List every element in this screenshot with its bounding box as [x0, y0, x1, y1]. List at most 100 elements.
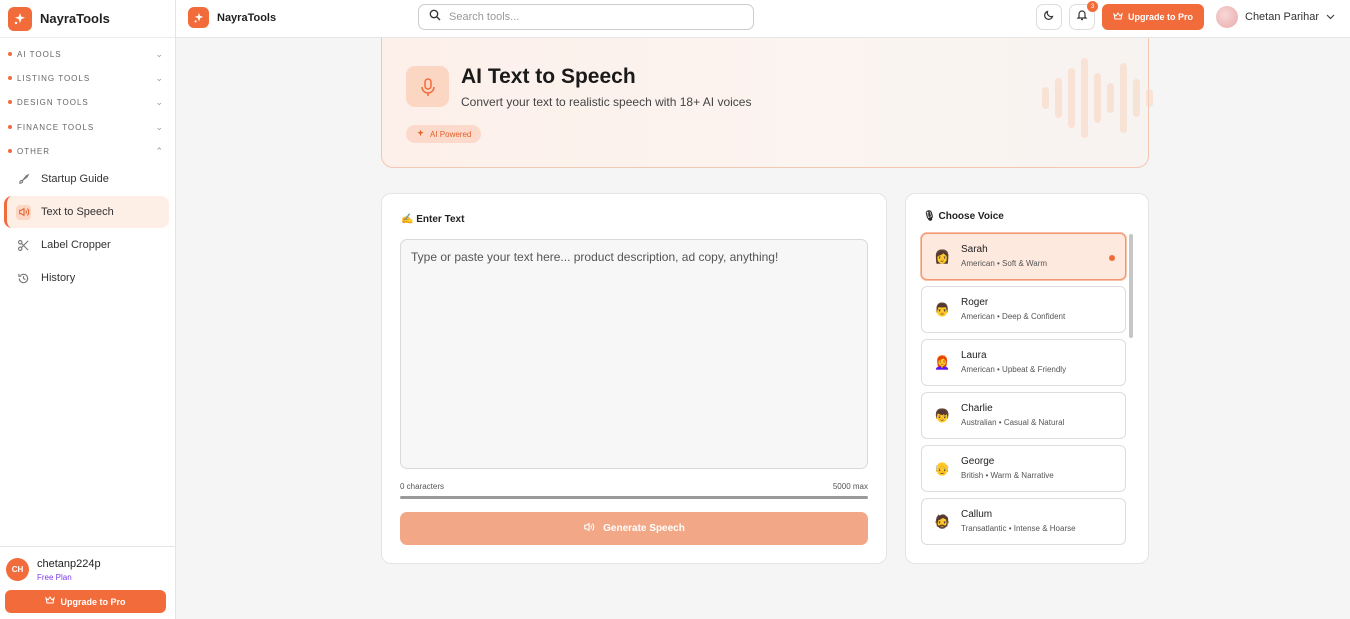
voice-name: Charlie [961, 403, 993, 414]
sidebar-item-label: Text to Speech [41, 206, 114, 218]
section-label: FINANCE TOOLS [17, 122, 95, 132]
chevron-down-icon: ⌄ [155, 96, 163, 107]
app-name: NayraTools [40, 11, 110, 26]
section-label: LISTING TOOLS [17, 73, 91, 83]
section-label: OTHER [17, 146, 50, 156]
chevron-down-icon [1326, 11, 1335, 23]
page-subtitle: Convert your text to realistic speech wi… [461, 95, 752, 109]
chevron-down-icon: ⌄ [155, 121, 163, 132]
chevron-up-icon: ⌃ [155, 145, 163, 156]
section-ai-tools[interactable]: AI TOOLS ⌄ [0, 42, 175, 66]
section-other[interactable]: OTHER ⌃ [0, 139, 175, 163]
rocket-icon [16, 172, 31, 187]
character-progress-bar [400, 496, 868, 499]
search-bar[interactable] [418, 4, 754, 30]
sidebar: NayraTools AI TOOLS ⌄ LISTING TOOLS ⌄ DE… [0, 0, 176, 619]
topbar: NayraTools 3 Upgrade to Pro Chetan Parih… [176, 0, 1350, 38]
sidebar-upgrade-button[interactable]: Upgrade to Pro [5, 590, 166, 613]
search-icon [429, 8, 441, 26]
sidebar-item-label: History [41, 272, 76, 284]
hero-banner: AI Text to Speech Convert your text to r… [381, 38, 1153, 168]
sidebar-footer: CH chetanp224p Free Plan Upgrade to Pro [0, 546, 175, 619]
voice-list-scrollbar[interactable] [1129, 234, 1133, 338]
voice-option-george[interactable]: 👴 George British • Warm & Narrative [921, 445, 1126, 492]
avatar [1216, 6, 1238, 28]
waveform-decoration [1042, 58, 1153, 138]
voice-name: George [961, 456, 995, 467]
voice-avatar-icon: 👦 [934, 408, 951, 423]
chevron-down-icon: ⌄ [155, 72, 163, 83]
microphone-icon [406, 66, 449, 107]
character-max: 5000 max [832, 482, 868, 491]
crown-icon [45, 596, 56, 607]
search-input[interactable] [449, 11, 729, 23]
voice-option-charlie[interactable]: 👦 Charlie Australian • Casual & Natural [921, 392, 1126, 439]
text-input[interactable] [400, 239, 868, 469]
voice-option-roger[interactable]: 👨 Roger American • Deep & Confident [921, 286, 1126, 333]
editor-heading: ✍️ Enter Text [401, 214, 464, 225]
sidebar-item-label: Startup Guide [41, 173, 109, 185]
voice-avatar-icon: 👨 [934, 302, 951, 317]
voice-description: American • Upbeat & Friendly [961, 365, 1067, 374]
voice-description: Australian • Casual & Natural [961, 418, 1065, 427]
topbar-upgrade-button[interactable]: Upgrade to Pro [1102, 4, 1204, 30]
sidebar-item-startup-guide[interactable]: Startup Guide [4, 163, 169, 195]
voice-option-callum[interactable]: 🧔 Callum Transatlantic • Intense & Hoars… [921, 498, 1126, 545]
voice-heading: 🎙 Choose Voice [923, 211, 1004, 222]
username: chetanp224p [37, 558, 101, 570]
voice-name: Sarah [961, 244, 988, 255]
voice-avatar-icon: 🧔 [934, 514, 951, 529]
theme-toggle-button[interactable] [1036, 4, 1062, 30]
character-count: 0 characters [400, 482, 445, 491]
section-label: DESIGN TOOLS [17, 97, 89, 107]
voice-name: Laura [961, 350, 987, 361]
chevron-down-icon: ⌄ [155, 48, 163, 59]
voice-avatar-icon: 👩‍🦰 [934, 355, 951, 370]
crown-icon [1113, 11, 1123, 23]
logo-icon [8, 6, 32, 31]
brand-name: NayraTools [217, 12, 277, 24]
section-dot [8, 125, 12, 129]
sidebar-item-text-to-speech[interactable]: Text to Speech [4, 196, 169, 228]
voice-name: Callum [961, 509, 993, 520]
avatar[interactable]: CH [6, 558, 29, 581]
section-finance-tools[interactable]: FINANCE TOOLS ⌄ [0, 115, 175, 139]
microphone-icon: 🎙 [923, 211, 936, 222]
sidebar-logo[interactable]: NayraTools [0, 0, 175, 38]
section-dot [8, 76, 12, 80]
voice-description: Transatlantic • Intense & Hoarse [961, 524, 1076, 533]
voice-option-sarah[interactable]: 👩 Sarah American • Soft & Warm [921, 233, 1126, 280]
user-menu[interactable]: Chetan Parihar [1216, 6, 1335, 28]
sidebar-item-history[interactable]: History [4, 262, 169, 294]
speaker-icon [16, 204, 31, 220]
voice-avatar-icon: 👩 [934, 249, 951, 264]
user-name: Chetan Parihar [1245, 11, 1319, 23]
voice-description: American • Deep & Confident [961, 312, 1066, 321]
logo-icon[interactable] [188, 7, 209, 28]
voice-avatar-icon: 👴 [934, 461, 951, 476]
history-icon [16, 271, 31, 286]
generate-speech-button[interactable]: Generate Speech [400, 512, 868, 545]
ai-powered-badge: AI Powered [406, 125, 482, 143]
sidebar-item-label: Label Cropper [41, 239, 111, 251]
notifications-button[interactable]: 3 [1069, 1, 1098, 30]
section-design-tools[interactable]: DESIGN TOOLS ⌄ [0, 90, 175, 114]
upgrade-label: Upgrade to Pro [1127, 12, 1193, 22]
voice-selector-card: 🎙 Choose Voice 👩 Sarah American • Soft &… [905, 193, 1149, 564]
badge-label: AI Powered [430, 129, 472, 139]
plan-label: Free Plan [37, 573, 72, 582]
voice-description: British • Warm & Narrative [961, 471, 1054, 480]
bell-icon [1076, 8, 1088, 26]
section-dot [8, 52, 12, 56]
text-input-card: ✍️ Enter Text 0 characters 5000 max Gene… [381, 193, 887, 564]
sidebar-item-label-cropper[interactable]: Label Cropper [4, 229, 169, 261]
writing-hand-icon: ✍️ [401, 214, 414, 225]
section-listing-tools[interactable]: LISTING TOOLS ⌄ [0, 66, 175, 90]
editor-heading-label: Enter Text [416, 214, 465, 225]
voice-option-laura[interactable]: 👩‍🦰 Laura American • Upbeat & Friendly [921, 339, 1126, 386]
voice-description: American • Soft & Warm [961, 259, 1048, 268]
section-dot [8, 100, 12, 104]
selected-indicator [1109, 255, 1115, 261]
section-label: AI TOOLS [17, 49, 62, 59]
notification-badge: 3 [1087, 1, 1098, 12]
